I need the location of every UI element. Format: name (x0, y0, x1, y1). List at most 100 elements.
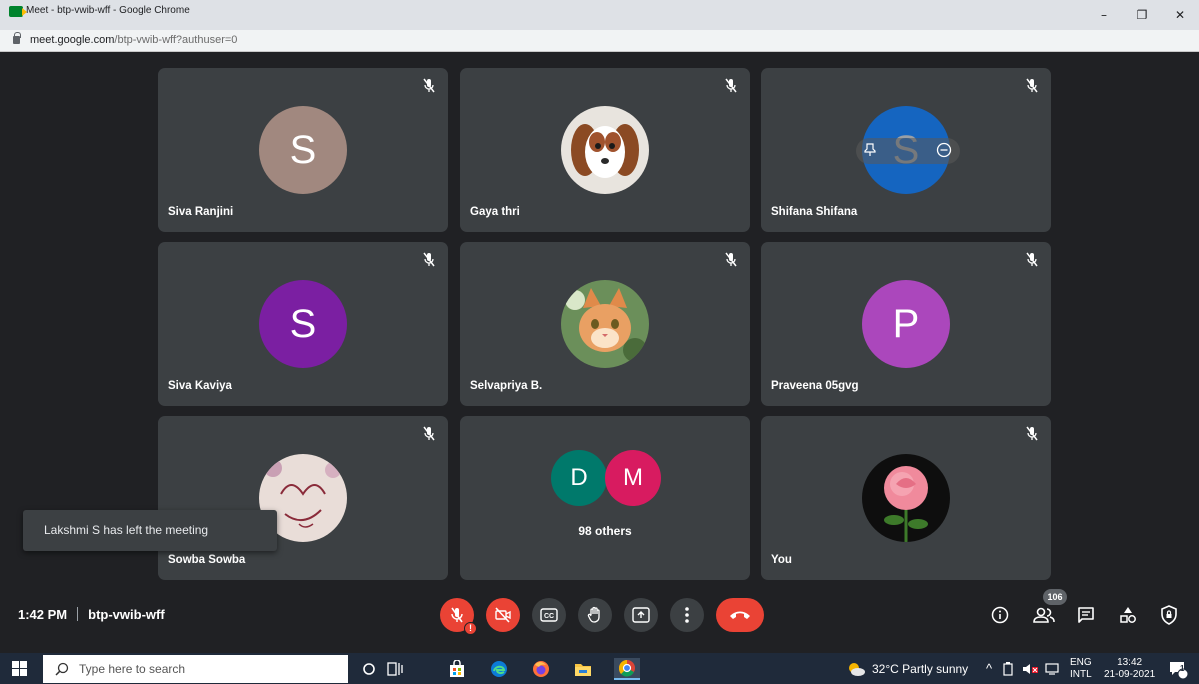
mic-off-icon (1026, 426, 1038, 441)
people-icon (1033, 607, 1055, 623)
keyboard-layout: INTL (1070, 668, 1092, 680)
more-vert-icon (685, 607, 689, 623)
rose-photo (862, 454, 950, 542)
camera-toggle-button[interactable] (486, 598, 520, 632)
avatar: P (862, 280, 950, 368)
avatar: D (551, 450, 607, 506)
search-placeholder: Type here to search (79, 662, 186, 676)
info-icon (991, 606, 1009, 624)
notification-count: 1 (1180, 664, 1185, 673)
chat-button[interactable] (1074, 603, 1098, 627)
kitten-photo (561, 280, 649, 368)
mic-off-icon (451, 607, 463, 623)
participant-tile[interactable]: P Praveena 05gvg (761, 242, 1051, 406)
volume-muted-icon[interactable] (1022, 662, 1039, 676)
minimize-button[interactable]: – (1085, 0, 1123, 30)
lock-icon[interactable] (13, 32, 21, 44)
participant-name: Siva Ranjini (168, 206, 234, 218)
mic-off-icon (1026, 252, 1038, 267)
participant-name: Siva Kaviya (168, 380, 232, 392)
hand-icon (587, 606, 600, 623)
cortana-icon[interactable] (358, 658, 380, 680)
participant-tile[interactable]: Selvapriya B. (460, 242, 750, 406)
more-options-button[interactable] (670, 598, 704, 632)
participant-tile[interactable]: You (761, 416, 1051, 580)
meeting-info: 1:42 PM btp-vwib-wff (18, 607, 165, 622)
camera-off-icon (495, 607, 511, 623)
meeting-stage: S Siva Ranjini Gaya thri Shifana Shifana… (0, 53, 1199, 651)
url-text[interactable]: meet.google.com/btp-vwib-wff?authuser=0 (30, 34, 237, 46)
weather-text: 32°C Partly sunny (872, 661, 969, 676)
warning-icon: ! (464, 622, 477, 635)
pin-icon[interactable] (864, 142, 876, 160)
address-bar[interactable]: meet.google.com/btp-vwib-wff?authuser=0 (0, 30, 1199, 52)
participant-tile[interactable]: Gaya thri (460, 68, 750, 232)
store-icon[interactable] (446, 658, 468, 680)
chevron-up-icon[interactable]: ^ (986, 661, 992, 676)
firefox-icon[interactable] (530, 658, 552, 680)
remove-icon[interactable] (936, 142, 952, 161)
participant-name: Gaya thri (470, 206, 520, 218)
microphone-toggle-button[interactable]: ! (440, 598, 477, 635)
raise-hand-button[interactable] (578, 598, 612, 632)
activities-button[interactable] (1116, 603, 1140, 627)
weather-partly-sunny-icon (849, 662, 865, 676)
weather-widget[interactable]: 32°C Partly sunny (846, 653, 968, 684)
task-view-icon[interactable] (384, 658, 406, 680)
edge-icon[interactable] (488, 658, 510, 680)
participant-tile[interactable]: S Siva Ranjini (158, 68, 448, 232)
action-center-button[interactable]: 1 (1168, 653, 1188, 684)
taskbar-search-box[interactable]: Type here to search (43, 655, 348, 683)
avatar: M (605, 450, 661, 506)
participant-tile[interactable]: S Siva Kaviya (158, 242, 448, 406)
captions-button[interactable]: CC (532, 598, 566, 632)
search-icon (55, 662, 69, 676)
clock-time: 13:42 (1117, 656, 1143, 668)
language-indicator[interactable]: ENG INTL (1070, 653, 1092, 684)
people-button[interactable] (1032, 603, 1056, 627)
avatar: S (259, 280, 347, 368)
network-icon[interactable] (1045, 662, 1059, 675)
windows-start-icon[interactable] (12, 661, 27, 676)
activities-icon (1120, 607, 1136, 623)
present-icon (632, 607, 650, 623)
meeting-code: btp-vwib-wff (88, 607, 165, 622)
file-explorer-icon[interactable] (572, 658, 594, 680)
avatar: S (259, 106, 347, 194)
leave-call-button[interactable] (716, 598, 764, 632)
url-path: /btp-vwib-wff?authuser=0 (114, 34, 238, 46)
svg-text:CC: CC (544, 613, 554, 620)
meeting-details-button[interactable] (988, 603, 1012, 627)
participant-name: Selvapriya B. (470, 380, 543, 392)
chrome-icon[interactable] (614, 658, 640, 680)
mic-off-icon (725, 252, 737, 267)
notifications-icon (1170, 661, 1188, 679)
captions-icon: CC (540, 608, 558, 622)
shield-lock-icon (1161, 605, 1177, 625)
participant-name: Sowba Sowba (168, 554, 246, 566)
hangup-icon (730, 611, 750, 619)
mic-off-icon (725, 78, 737, 93)
host-controls-button[interactable] (1157, 603, 1181, 627)
others-tile[interactable]: D M 98 others (460, 416, 750, 580)
windows-taskbar: Type here to search 32°C Partly sunny ^ … (0, 653, 1199, 684)
mic-off-icon (1026, 78, 1038, 93)
others-count-label: 98 others (578, 524, 632, 538)
divider (77, 607, 79, 621)
battery-icon[interactable] (1002, 661, 1014, 676)
system-tray-icons: ^ (986, 653, 1059, 684)
taskbar-clock[interactable]: 13:42 21-09-2021 (1104, 653, 1155, 684)
participant-tile[interactable]: S Shifana Shifana (761, 68, 1051, 232)
chat-icon (1078, 607, 1094, 623)
close-button[interactable]: ✕ (1161, 0, 1199, 30)
restore-button[interactable]: ❐ (1123, 0, 1161, 30)
participant-tile[interactable]: Sowba Sowba (158, 416, 448, 580)
participant-name: You (771, 554, 792, 566)
present-screen-button[interactable] (624, 598, 658, 632)
browser-title-bar: Meet - btp-vwib-wff - Google Chrome – ❐ … (0, 0, 1199, 30)
puppy-photo (561, 106, 649, 194)
notification-toast: Lakshmi S has left the meeting (23, 510, 277, 551)
meeting-time: 1:42 PM (18, 607, 68, 622)
language-code: ENG (1070, 656, 1092, 668)
mic-off-icon (423, 78, 435, 93)
